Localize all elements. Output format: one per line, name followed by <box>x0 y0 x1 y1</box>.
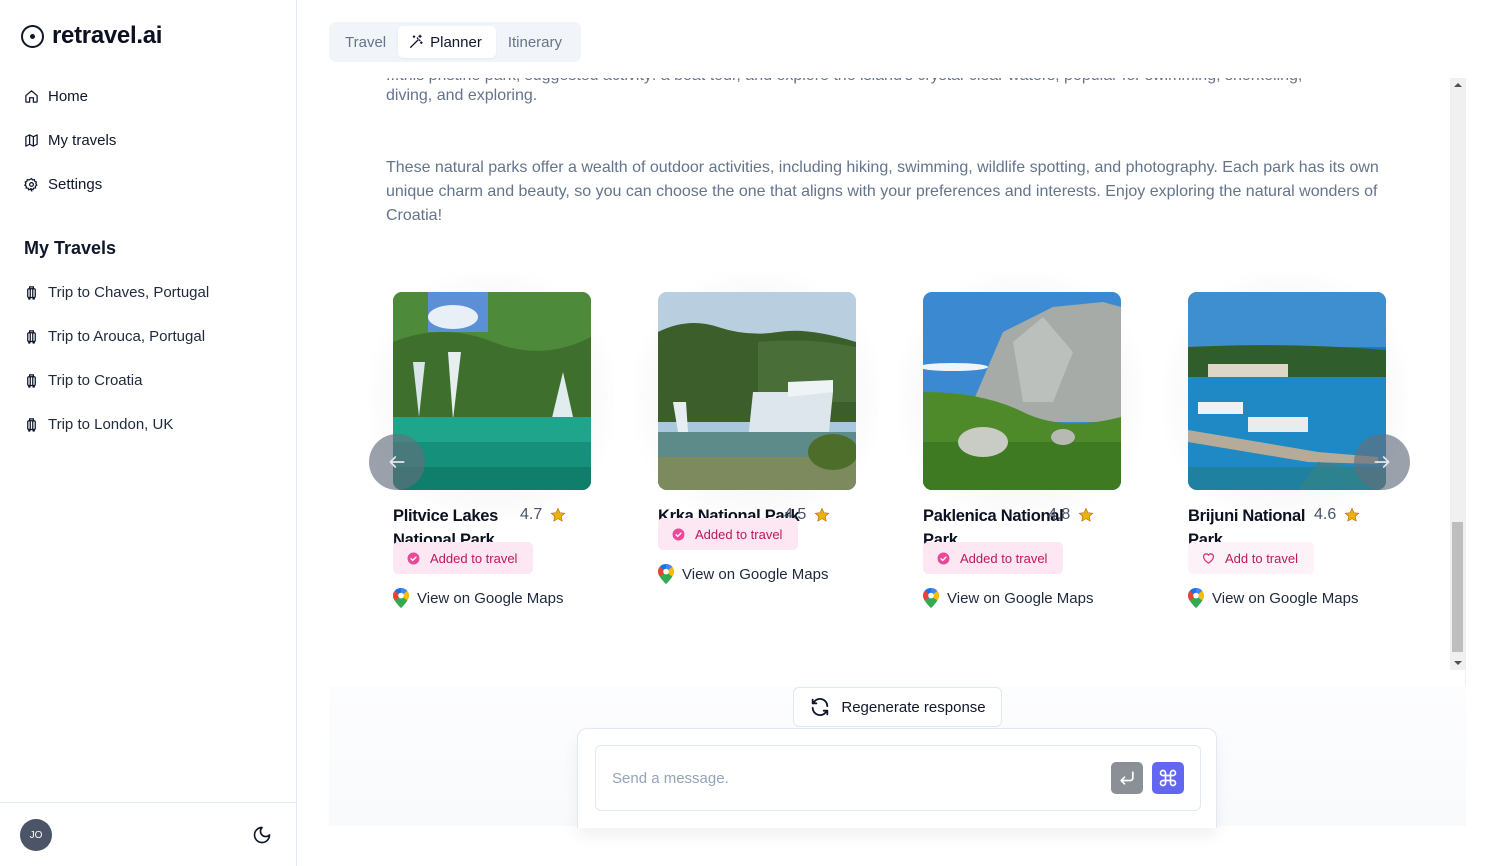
luggage-icon <box>27 417 36 432</box>
rating-value: 4.6 <box>1314 506 1337 523</box>
trip-label: Trip to Chaves, Portugal <box>48 283 210 301</box>
sidebar: retravel.ai Home My travels Settings My … <box>0 0 297 866</box>
trip-item[interactable]: Trip to Croatia <box>24 368 209 392</box>
luggage-icon <box>27 329 36 344</box>
star-icon <box>814 507 830 522</box>
scroll-down-arrow-icon[interactable] <box>1454 661 1462 665</box>
rating-value: 4.7 <box>520 506 543 523</box>
trip-list: Trip to Chaves, Portugal Trip to Arouca,… <box>24 280 209 456</box>
gear-icon <box>24 177 38 192</box>
home-icon <box>25 89 38 103</box>
google-maps-link[interactable]: View on Google Maps <box>923 588 1093 608</box>
nav-label: Home <box>48 87 89 105</box>
place-photo[interactable] <box>923 292 1121 490</box>
trip-item[interactable]: Trip to Chaves, Portugal <box>24 280 209 304</box>
badge-label: Added to travel <box>430 550 518 566</box>
map-icon <box>25 133 38 147</box>
trip-label: Trip to London, UK <box>48 415 174 433</box>
message-input-box <box>595 745 1201 811</box>
magic-wand-icon <box>410 34 423 48</box>
star-icon <box>550 507 566 522</box>
mode-tabs: Travel Planner Itinerary <box>329 22 581 62</box>
nav-item-my-travels[interactable]: My travels <box>24 128 116 152</box>
maps-label: View on Google Maps <box>1212 589 1359 607</box>
place-card: Krka National Park 4.5 Added to travel V… <box>634 272 879 642</box>
command-key-icon <box>1159 769 1177 787</box>
chat-scrollbar[interactable] <box>1450 78 1466 670</box>
carousel-prev-button[interactable] <box>369 434 425 490</box>
google-maps-pin-icon <box>658 564 674 584</box>
message-input[interactable] <box>612 746 1092 810</box>
message-paragraph: These natural parks offer a wealth of ou… <box>386 159 1379 224</box>
refresh-icon <box>812 698 829 716</box>
tab-planner[interactable]: Planner <box>398 26 496 58</box>
place-rating: 4.8 <box>1048 506 1094 524</box>
badge-label: Added to travel <box>960 550 1048 566</box>
google-maps-pin-icon <box>923 588 939 608</box>
logo[interactable]: retravel.ai <box>21 22 162 50</box>
google-maps-pin-icon <box>393 588 409 608</box>
arrow-left-icon <box>389 456 405 468</box>
rating-value: 4.8 <box>1048 506 1071 523</box>
check-circle-icon <box>407 552 420 564</box>
maps-label: View on Google Maps <box>682 565 829 583</box>
tab-label: Planner <box>430 33 482 51</box>
check-circle-icon <box>672 528 685 540</box>
added-to-travel-button[interactable]: Added to travel <box>393 542 534 574</box>
command-shortcut-button[interactable] <box>1152 762 1184 794</box>
carousel-next-button[interactable] <box>1354 434 1410 490</box>
google-maps-pin-icon <box>1188 588 1204 608</box>
google-maps-link[interactable]: View on Google Maps <box>1188 588 1358 608</box>
badge-label: Added to travel <box>695 526 783 542</box>
add-to-travel-button[interactable]: Add to travel <box>1188 542 1314 574</box>
nav-label: Settings <box>48 175 103 193</box>
google-maps-link[interactable]: View on Google Maps <box>393 588 563 608</box>
tab-label: Travel <box>345 33 387 51</box>
place-photo[interactable] <box>658 292 856 490</box>
main-nav: Home My travels Settings <box>24 84 116 216</box>
maps-label: View on Google Maps <box>417 589 564 607</box>
tab-label: Itinerary <box>507 33 563 51</box>
trip-item[interactable]: Trip to London, UK <box>24 412 209 436</box>
arrow-right-icon <box>1374 456 1390 468</box>
message-composer <box>577 728 1217 828</box>
luggage-icon <box>27 285 36 300</box>
added-to-travel-button[interactable]: Added to travel <box>658 518 799 550</box>
check-circle-icon <box>937 552 950 564</box>
logo-icon <box>21 24 44 48</box>
google-maps-link[interactable]: View on Google Maps <box>658 564 828 584</box>
badge-label: Add to travel <box>1225 550 1298 566</box>
heart-icon <box>1203 552 1214 564</box>
scroll-thumb[interactable] <box>1452 522 1463 652</box>
app-name: retravel.ai <box>52 22 163 49</box>
tab-itinerary[interactable]: Itinerary <box>496 26 574 58</box>
nav-item-settings[interactable]: Settings <box>24 172 116 196</box>
regenerate-label: Regenerate response <box>841 698 986 716</box>
chat-messages: ...this pristine park, suggested activit… <box>329 78 1449 670</box>
sidebar-footer: JO <box>0 802 296 866</box>
star-icon <box>1078 507 1094 522</box>
place-carousel: Plitvice Lakes National Park 4.7 Added t… <box>369 272 1419 652</box>
luggage-icon <box>27 373 36 388</box>
scroll-up-arrow-icon[interactable] <box>1454 83 1462 87</box>
my-travels-heading: My Travels <box>24 238 117 258</box>
trip-label: Trip to Arouca, Portugal <box>48 327 206 345</box>
place-card: Paklenica National Park 4.8 Added to tra… <box>899 272 1144 642</box>
moon-icon[interactable] <box>252 825 272 845</box>
enter-key-icon <box>1120 771 1134 785</box>
added-to-travel-button[interactable]: Added to travel <box>923 542 1064 574</box>
trip-label: Trip to Croatia <box>48 371 143 389</box>
send-enter-button[interactable] <box>1111 762 1143 794</box>
tab-travel[interactable]: Travel <box>333 26 398 58</box>
maps-label: View on Google Maps <box>947 589 1094 607</box>
avatar[interactable]: JO <box>20 819 52 851</box>
place-rating: 4.7 <box>520 506 566 524</box>
place-rating: 4.6 <box>1314 506 1360 524</box>
nav-item-home[interactable]: Home <box>24 84 116 108</box>
nav-label: My travels <box>48 131 117 149</box>
trip-item[interactable]: Trip to Arouca, Portugal <box>24 324 209 348</box>
regenerate-response-button[interactable]: Regenerate response <box>793 687 1002 727</box>
star-icon <box>1344 507 1360 522</box>
message-text: diving, and exploring. <box>386 87 538 104</box>
